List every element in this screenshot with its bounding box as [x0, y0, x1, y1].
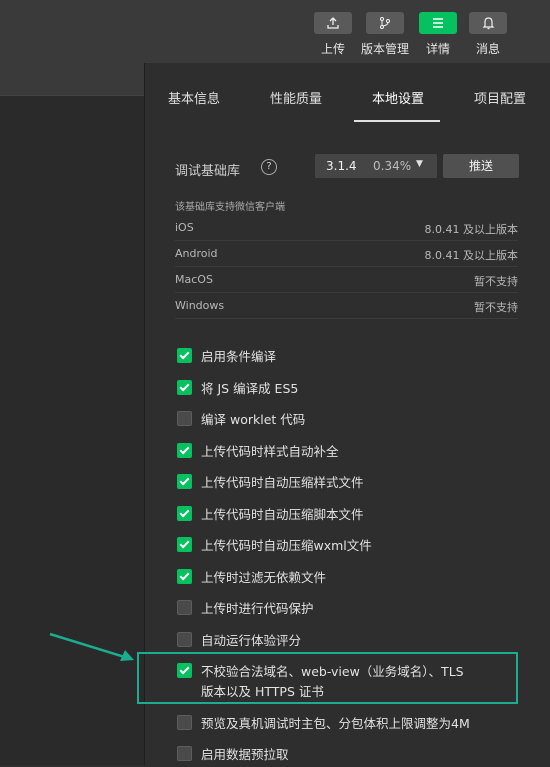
platform-row: iOS 8.0.41 及以上版本: [175, 214, 518, 241]
platform-name: Android: [175, 247, 218, 260]
details-button[interactable]: 详情: [418, 12, 458, 64]
tab-basic-info[interactable]: 基本信息: [168, 88, 220, 107]
platform-row: MacOS 暂不支持: [175, 266, 518, 293]
option-label: 上传代码时自动压缩wxml文件: [201, 538, 372, 553]
option-label: 将 JS 编译成 ES5: [201, 381, 299, 396]
debug-lib-row: 调试基础库 ? 3.1.4 0.34% ▼ 推送: [175, 153, 520, 183]
push-button[interactable]: 推送: [443, 154, 519, 178]
option-js-to-es5[interactable]: 将 JS 编译成 ES5: [175, 377, 535, 401]
platform-version: 8.0.41 及以上版本: [424, 223, 518, 236]
option-minify-scripts[interactable]: 上传代码时自动压缩脚本文件: [175, 503, 535, 527]
platform-name: iOS: [175, 221, 194, 234]
checkbox[interactable]: [177, 506, 192, 521]
option-data-prefetch[interactable]: 启用数据预拉取: [175, 743, 535, 767]
version-management-label: 版本管理: [360, 42, 409, 56]
option-conditional-compile[interactable]: 启用条件编译: [175, 345, 535, 369]
option-code-protection[interactable]: 上传时进行代码保护: [175, 597, 535, 621]
option-label: 上传代码时样式自动补全: [201, 444, 339, 459]
upload-label: 上传: [320, 42, 345, 56]
option-minify-wxml[interactable]: 上传代码时自动压缩wxml文件: [175, 534, 535, 558]
checkbox[interactable]: [177, 443, 192, 458]
upload-icon: [314, 12, 352, 34]
debug-lib-version-select[interactable]: 3.1.4 0.34% ▼: [315, 154, 437, 178]
checkbox[interactable]: [177, 632, 192, 647]
checkbox[interactable]: [177, 380, 192, 395]
checkbox[interactable]: [177, 746, 192, 761]
option-label: 启用数据预拉取: [201, 747, 289, 762]
option-compile-worklet[interactable]: 编译 worklet 代码: [175, 408, 535, 432]
checkbox[interactable]: [177, 715, 192, 730]
highlight-box: [137, 652, 518, 704]
checkbox[interactable]: [177, 569, 192, 584]
option-label: 自动运行体验评分: [201, 633, 302, 648]
option-label: 上传时过滤无依赖文件: [201, 570, 327, 585]
option-filter-unused-files[interactable]: 上传时过滤无依赖文件: [175, 566, 535, 590]
checkbox[interactable]: [177, 411, 192, 426]
platform-version: 8.0.41 及以上版本: [424, 249, 518, 262]
option-minify-styles[interactable]: 上传代码时自动压缩样式文件: [175, 471, 535, 495]
version-management-button[interactable]: 版本管理: [361, 12, 409, 64]
platform-name: MacOS: [175, 273, 213, 286]
checkbox[interactable]: [177, 348, 192, 363]
caret-down-icon: ▼: [416, 159, 423, 169]
upload-button[interactable]: 上传: [313, 12, 353, 64]
platform-name: Windows: [175, 299, 225, 312]
option-label: 上传代码时自动压缩脚本文件: [201, 507, 364, 522]
top-toolbar: 上传 版本管理 详情 消息: [0, 0, 550, 63]
option-label: 编译 worklet 代码: [201, 412, 306, 427]
checkbox[interactable]: [177, 474, 192, 489]
option-label: 上传代码时自动压缩样式文件: [201, 475, 364, 490]
editor-tab-strip: [0, 63, 144, 96]
option-raise-package-limit[interactable]: 预览及真机调试时主包、分包体积上限调整为4M: [175, 712, 535, 736]
tab-local-settings[interactable]: 本地设置: [372, 88, 424, 107]
lib-version-percent: 0.34%: [373, 159, 412, 173]
messages-button[interactable]: 消息: [468, 12, 508, 64]
platform-row: Android 8.0.41 及以上版本: [175, 240, 518, 267]
support-title: 该基础库支持微信客户端: [175, 202, 285, 213]
tab-project-config[interactable]: 项目配置: [474, 88, 526, 107]
option-label: 预览及真机调试时主包、分包体积上限调整为4M: [201, 716, 470, 731]
checkbox[interactable]: [177, 600, 192, 615]
bell-icon: [469, 12, 507, 34]
help-icon[interactable]: ?: [261, 159, 277, 175]
platform-row: Windows 暂不支持: [175, 292, 518, 319]
details-tabs: 基本信息 性能质量 本地设置 项目配置: [145, 63, 550, 123]
tab-performance[interactable]: 性能质量: [270, 88, 322, 107]
option-label: 上传时进行代码保护: [201, 601, 314, 616]
checkbox[interactable]: [177, 537, 192, 552]
option-auto-audit[interactable]: 自动运行体验评分: [175, 629, 535, 653]
platform-version: 暂不支持: [474, 301, 518, 314]
annotation-arrow-icon: [49, 632, 134, 661]
option-label: 启用条件编译: [201, 349, 277, 364]
active-tab-indicator: [354, 120, 440, 122]
platform-version: 暂不支持: [474, 275, 518, 288]
debug-lib-label: 调试基础库: [175, 164, 241, 179]
option-style-autocomplete[interactable]: 上传代码时样式自动补全: [175, 440, 535, 464]
messages-label: 消息: [475, 42, 500, 56]
menu-icon: [419, 12, 457, 34]
lib-version-value: 3.1.4: [326, 159, 357, 173]
branch-icon: [366, 12, 404, 34]
